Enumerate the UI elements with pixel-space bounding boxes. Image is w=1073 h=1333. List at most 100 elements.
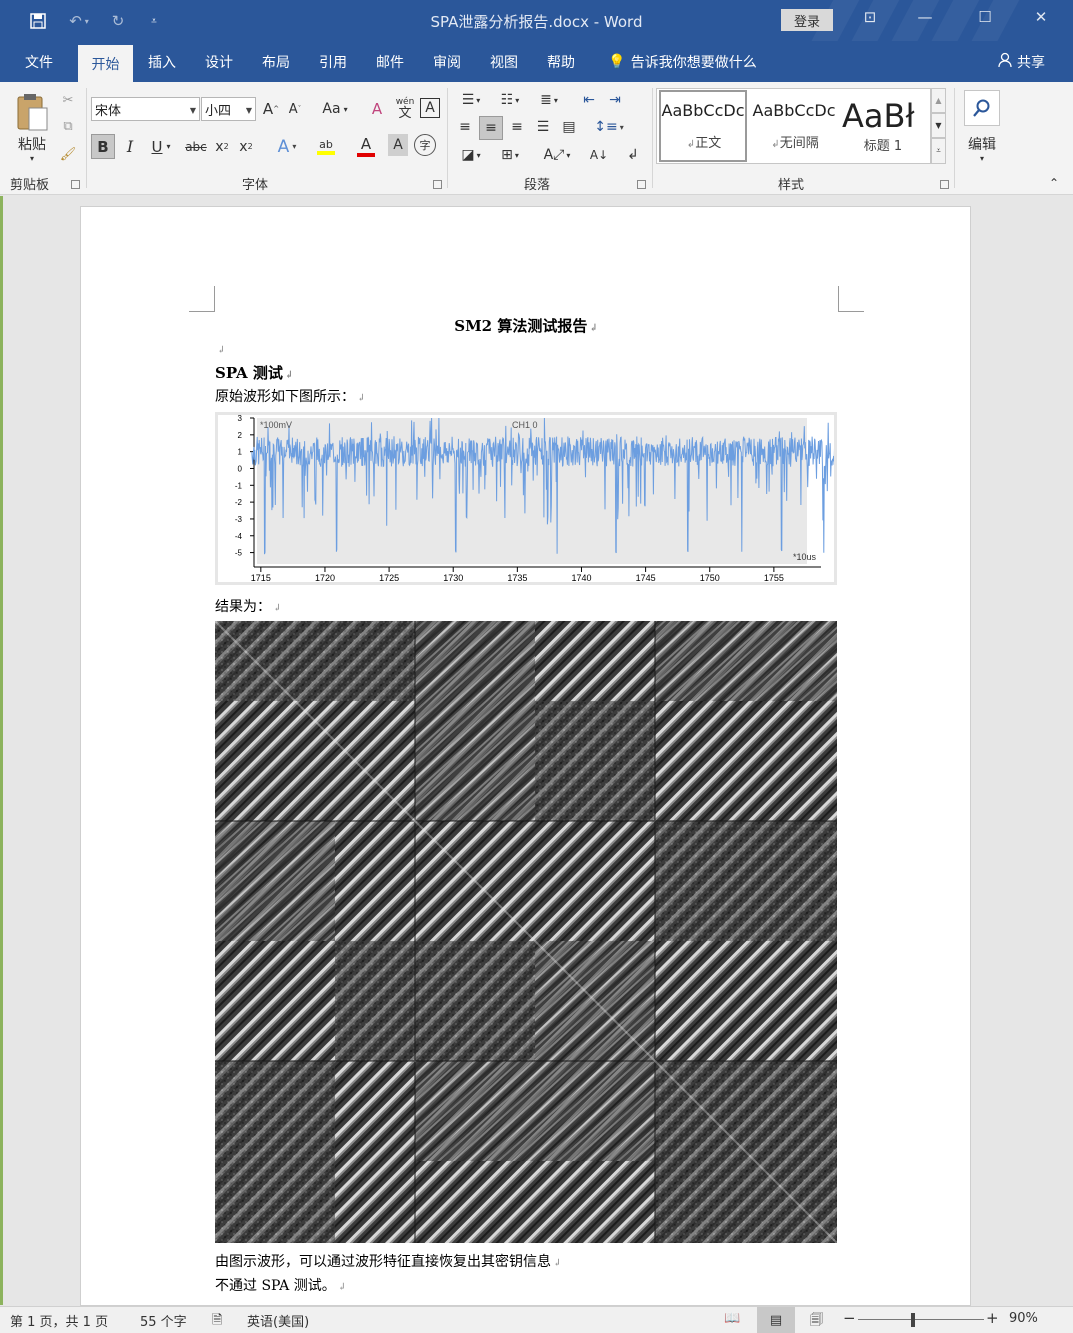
styles-scroll-up-icon[interactable]: ▲: [931, 88, 946, 113]
tab-layout[interactable]: 布局: [253, 41, 299, 82]
intro-text[interactable]: 原始波形如下图所示： ↲: [215, 386, 365, 406]
tell-me-text: 告诉我你想要做什么: [630, 54, 757, 71]
maximize-icon[interactable]: ☐: [970, 8, 1000, 26]
proofing-icon[interactable]: 🗎: [212, 1311, 222, 1333]
bold-button[interactable]: B: [91, 134, 115, 159]
style-no-spacing[interactable]: AaBbCcDc ↲无间隔: [750, 90, 838, 162]
increase-indent-icon[interactable]: ⇥: [604, 90, 626, 110]
format-painter-icon[interactable]: 🖌: [58, 144, 78, 164]
collapse-ribbon-icon[interactable]: ⌃: [1044, 176, 1064, 190]
tab-help[interactable]: 帮助: [538, 41, 584, 82]
grow-font-button[interactable]: A ^: [262, 98, 280, 120]
styles-scroll-down-icon[interactable]: ▼: [931, 113, 946, 138]
tab-references[interactable]: 引用: [310, 41, 356, 82]
clipboard-launcher-icon[interactable]: [71, 180, 80, 189]
multilevel-list-icon[interactable]: ≣ ▾: [532, 90, 566, 110]
share-button[interactable]: 共享: [990, 41, 1052, 82]
result-label[interactable]: 结果为： ↲: [215, 596, 281, 616]
clipboard-group-label: 剪贴板: [10, 178, 50, 193]
zoom-in-button[interactable]: +: [986, 1309, 999, 1327]
char-border-icon[interactable]: A: [420, 98, 440, 118]
section-heading[interactable]: SPA 测试 ↲: [215, 362, 293, 383]
style-normal[interactable]: AaBbCcDc ↲正文: [659, 90, 747, 162]
zoom-level[interactable]: 90%: [1009, 1311, 1038, 1326]
borders-icon[interactable]: ⊞ ▾: [493, 144, 527, 166]
font-name-select[interactable]: 宋体 ▼: [91, 97, 200, 121]
styles-more-icon[interactable]: ⩡: [931, 138, 946, 164]
numbering-icon[interactable]: ☷ ▾: [493, 90, 527, 110]
read-mode-icon[interactable]: 📖: [724, 1311, 740, 1326]
align-center-icon[interactable]: ≡: [479, 116, 503, 140]
waveform-image[interactable]: 3 2 1 0 -1 -2 -3 -4 -5 1715 1720 1725 1730 1735 1740 1…: [215, 412, 837, 585]
ribbon-display-icon[interactable]: ⊡: [855, 8, 885, 26]
style-heading1[interactable]: AaBł 标题 1: [840, 90, 926, 162]
align-left-icon[interactable]: ≡: [454, 116, 476, 138]
waveform-chart: 3 2 1 0 -1 -2 -3 -4 -5 1715 1720 1725 1730 1735 1740 1…: [235, 415, 834, 582]
minimize-icon[interactable]: —: [910, 8, 940, 26]
align-right-icon[interactable]: ≡: [506, 116, 528, 138]
login-button[interactable]: 登录: [781, 9, 833, 31]
close-icon[interactable]: ✕: [1026, 8, 1056, 26]
result-image[interactable]: [215, 621, 837, 1243]
word-count[interactable]: 55 个字: [140, 1311, 187, 1330]
tab-review[interactable]: 审阅: [424, 41, 470, 82]
styles-launcher-icon[interactable]: [940, 180, 949, 189]
highlight-icon[interactable]: ab: [308, 132, 344, 160]
font-group-label: 字体: [242, 178, 269, 193]
tell-me-box[interactable]: 💡 告诉我你想要做什么: [600, 41, 765, 82]
zoom-slider-thumb[interactable]: [911, 1313, 915, 1327]
y-tick-label: -2: [235, 498, 243, 507]
paragraph-launcher-icon[interactable]: [637, 180, 646, 189]
enclose-char-icon[interactable]: 字: [414, 134, 436, 156]
y-tick-label: -1: [235, 481, 243, 490]
strikethrough-button[interactable]: abc: [182, 134, 210, 159]
web-layout-icon[interactable]: 🗐: [810, 1311, 823, 1333]
change-case-button[interactable]: Aa ▾: [318, 98, 352, 120]
tab-file[interactable]: 文件: [14, 41, 64, 82]
cut-icon[interactable]: ✂: [58, 90, 78, 110]
chinese-layout-icon[interactable]: A⤢ ▾: [540, 144, 574, 166]
x-tick-label: 1725: [379, 573, 399, 582]
italic-button[interactable]: I: [120, 134, 140, 159]
tab-design[interactable]: 设计: [196, 41, 242, 82]
conclusion-line-1[interactable]: 由图示波形，可以通过波形特征直接恢复出其密钥信息 ↲: [215, 1251, 561, 1271]
font-color-icon[interactable]: A: [348, 132, 384, 160]
page-count[interactable]: 第 1 页，共 1 页: [10, 1311, 108, 1330]
superscript-button[interactable]: x2: [236, 134, 256, 159]
font-size-select[interactable]: 小四 ▼: [201, 97, 256, 121]
char-shading-icon[interactable]: A: [388, 134, 408, 156]
zoom-slider[interactable]: [858, 1319, 984, 1320]
language-indicator[interactable]: 英语(美国): [247, 1311, 309, 1330]
clear-format-icon[interactable]: A: [366, 98, 388, 120]
conclusion-line-2[interactable]: 不通过 SPA 测试。 ↲: [215, 1275, 346, 1295]
editing-label: 编辑: [968, 136, 996, 153]
justify-icon[interactable]: ☰: [532, 116, 554, 138]
shading-icon[interactable]: ◪ ▾: [454, 144, 488, 166]
print-layout-icon[interactable]: ▤: [757, 1307, 795, 1333]
underline-button[interactable]: U ▾: [144, 134, 178, 159]
x-tick-label: 1750: [700, 573, 720, 582]
show-marks-icon[interactable]: ↲: [622, 144, 644, 166]
tab-home[interactable]: 开始: [78, 45, 133, 82]
tab-insert[interactable]: 插入: [139, 41, 185, 82]
shrink-font-button[interactable]: Aˇ: [286, 98, 304, 120]
y-tick-label: 0: [238, 464, 243, 473]
text-effects-icon[interactable]: A ▾: [270, 134, 304, 159]
subscript-button[interactable]: x2: [212, 134, 232, 159]
sort-icon[interactable]: A↓: [588, 144, 610, 166]
paste-button[interactable]: 粘贴 ▾: [8, 86, 56, 168]
line-spacing-icon[interactable]: ↕≡ ▾: [592, 116, 626, 138]
bullets-icon[interactable]: ☰ ▾: [454, 90, 488, 110]
copy-icon[interactable]: ⧉: [58, 116, 78, 136]
distributed-icon[interactable]: ▤: [558, 116, 580, 138]
document-title[interactable]: SM2 算法测试报告 ↲: [0, 315, 1052, 336]
phonetic-guide-icon[interactable]: wén 文: [394, 96, 416, 122]
annotation-channel: CH1 0: [512, 420, 538, 430]
tab-mailings[interactable]: 邮件: [367, 41, 413, 82]
font-launcher-icon[interactable]: [433, 180, 442, 189]
zoom-out-button[interactable]: −: [843, 1309, 856, 1327]
tab-view[interactable]: 视图: [481, 41, 527, 82]
editing-button[interactable]: 编辑 ▾: [960, 86, 1004, 166]
decrease-indent-icon[interactable]: ⇤: [578, 90, 600, 110]
x-tick-label: 1735: [507, 573, 527, 582]
